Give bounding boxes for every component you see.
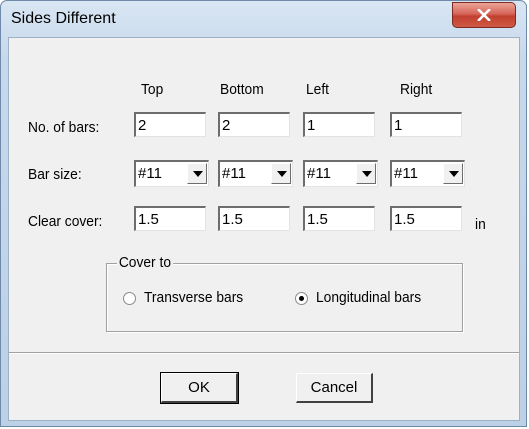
clear-cover-left-field[interactable] — [303, 206, 375, 231]
no-of-bars-right-field[interactable] — [390, 112, 462, 137]
longitudinal-bars-label[interactable]: Longitudinal bars — [316, 289, 421, 306]
dialog-body: Top Bottom Left Right No. of bars: Bar s… — [8, 37, 520, 421]
cover-to-legend: Cover to — [117, 254, 173, 271]
bar-size-label: Bar size: — [28, 166, 82, 183]
bar-size-bottom-value: #11 — [222, 165, 246, 182]
no-of-bars-top-field[interactable] — [134, 112, 206, 137]
column-header-top: Top — [141, 81, 164, 98]
close-icon — [477, 9, 491, 21]
bar-size-right-value: #11 — [394, 165, 418, 182]
no-of-bars-left-field[interactable] — [303, 112, 375, 137]
chevron-down-icon[interactable] — [443, 163, 463, 184]
bar-size-right-select[interactable]: #11 — [390, 160, 465, 187]
cancel-button[interactable]: Cancel — [296, 373, 373, 403]
bar-size-left-value: #11 — [307, 165, 331, 182]
chevron-down-icon[interactable] — [356, 163, 376, 184]
no-of-bars-label: No. of bars: — [28, 119, 100, 136]
transverse-bars-label[interactable]: Transverse bars — [144, 289, 243, 306]
ok-button[interactable]: OK — [160, 372, 239, 404]
clear-cover-unit: in — [475, 216, 486, 233]
chevron-down-icon[interactable] — [271, 163, 291, 184]
bar-size-top-value: #11 — [138, 165, 162, 182]
longitudinal-bars-radio[interactable] — [295, 292, 308, 305]
bar-size-left-select[interactable]: #11 — [303, 160, 378, 187]
clear-cover-label: Clear cover: — [28, 213, 103, 230]
close-button[interactable] — [452, 2, 516, 28]
clear-cover-bottom-field[interactable] — [218, 206, 290, 231]
bar-size-bottom-select[interactable]: #11 — [218, 160, 293, 187]
chevron-down-icon[interactable] — [187, 163, 207, 184]
window-title: Sides Different — [11, 10, 116, 27]
clear-cover-top-field[interactable] — [134, 206, 206, 231]
column-header-left: Left — [306, 81, 330, 98]
dialog-window: Sides Different Top Bottom Left Right No… — [0, 0, 527, 427]
column-header-bottom: Bottom — [220, 81, 264, 98]
column-header-right: Right — [400, 81, 433, 98]
clear-cover-right-field[interactable] — [390, 206, 462, 231]
transverse-bars-radio[interactable] — [123, 292, 136, 305]
bar-size-top-select[interactable]: #11 — [134, 160, 209, 187]
button-separator — [9, 352, 519, 354]
title-bar[interactable]: Sides Different — [1, 1, 526, 37]
no-of-bars-bottom-field[interactable] — [218, 112, 290, 137]
